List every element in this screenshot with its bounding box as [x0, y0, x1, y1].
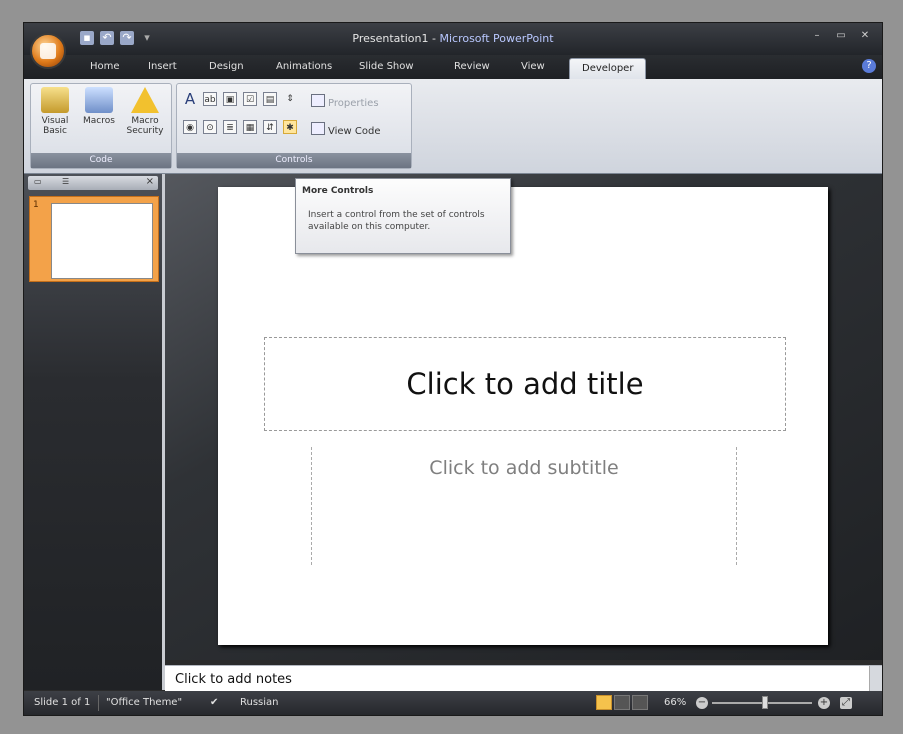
code-group: Visual Basic Macros Macro Security Code	[30, 83, 172, 169]
window-title: Presentation1 - Microsoft PowerPoint	[24, 32, 882, 45]
theme-status[interactable]: "Office Theme"	[106, 697, 182, 708]
slide-canvas[interactable]: Click to add title Click to add subtitle	[218, 187, 828, 645]
slides-tab-icon[interactable]: ▭	[34, 177, 42, 186]
slide-count-status: Slide 1 of 1	[34, 697, 91, 708]
slides-pane: ▭ ☰ × 1	[24, 174, 162, 690]
combobox-control-icon[interactable]: ▤	[263, 92, 277, 106]
minimize-icon[interactable]: –	[808, 29, 826, 43]
normal-view-icon[interactable]	[596, 695, 612, 710]
title-bar: ▪ ↶ ↷ ▾ Presentation1 - Microsoft PowerP…	[24, 23, 882, 55]
slide-thumbnail[interactable]	[51, 203, 153, 279]
macros-label: Macros	[83, 116, 115, 126]
macros-icon	[85, 87, 113, 113]
visual-basic-button[interactable]: Visual Basic	[35, 87, 75, 136]
command-button-icon[interactable]: ▣	[223, 92, 237, 106]
language-status[interactable]: Russian	[240, 697, 279, 708]
status-bar: Slide 1 of 1 "Office Theme" ✔ Russian 66…	[24, 691, 882, 715]
notes-placeholder[interactable]: Click to add notes	[175, 672, 292, 687]
tab-review[interactable]: Review	[454, 61, 490, 72]
listbox-control-icon[interactable]: ≣	[223, 120, 237, 134]
pane-tabs: ▭ ☰ ×	[28, 176, 158, 190]
notes-scrollbar[interactable]	[869, 666, 882, 692]
checkbox-control-icon[interactable]: ☑	[243, 92, 257, 106]
image-control-icon[interactable]: ▦	[243, 120, 257, 134]
textbox-control-icon[interactable]: ab	[203, 92, 217, 106]
option-button-icon[interactable]: ◉	[183, 120, 197, 134]
more-controls-icon[interactable]: ✱	[283, 120, 297, 134]
controls-group-label: Controls	[177, 153, 411, 168]
view-code-button[interactable]: View Code	[311, 122, 381, 137]
help-icon[interactable]: ?	[862, 59, 876, 73]
office-logo-icon	[40, 43, 56, 59]
properties-label: Properties	[328, 98, 379, 109]
ribbon: Visual Basic Macros Macro Security Code …	[24, 79, 882, 174]
label-control-icon[interactable]: A	[183, 92, 197, 107]
slide-show-view-icon[interactable]	[632, 695, 648, 710]
properties-icon	[311, 94, 325, 107]
window-controls: – ▭ ✕	[808, 29, 874, 43]
powerpoint-window: ▪ ↶ ↷ ▾ Presentation1 - Microsoft PowerP…	[23, 22, 883, 716]
view-code-label: View Code	[328, 126, 381, 137]
code-group-label: Code	[31, 153, 171, 168]
visual-basic-icon	[41, 87, 69, 113]
tab-view[interactable]: View	[521, 61, 545, 72]
controls-group: A ab ▣ ☑ ▤ ⇕ ◉ ⊙ ≣ ▦ ⇵ ✱ Properties View…	[176, 83, 412, 169]
maximize-icon[interactable]: ▭	[832, 29, 850, 43]
slide-sorter-view-icon[interactable]	[614, 695, 630, 710]
subtitle-placeholder[interactable]: Click to add subtitle	[311, 447, 737, 565]
title-separator: -	[428, 32, 440, 45]
tab-animations[interactable]: Animations	[276, 61, 332, 72]
macro-security-label: Macro Security	[126, 116, 164, 136]
warning-icon	[131, 87, 159, 113]
zoom-out-icon[interactable]: −	[696, 697, 708, 709]
more-controls-tooltip: More Controls Insert a control from the …	[295, 178, 511, 254]
tab-insert[interactable]: Insert	[148, 61, 177, 72]
close-icon[interactable]: ✕	[856, 29, 874, 43]
tab-developer[interactable]: Developer	[569, 58, 647, 80]
tab-home[interactable]: Home	[90, 61, 120, 72]
visual-basic-label: Visual Basic	[41, 116, 69, 136]
slide-thumbnail-number: 1	[33, 200, 39, 210]
tooltip-body: Insert a control from the set of control…	[308, 210, 485, 232]
tab-design[interactable]: Design	[209, 61, 244, 72]
macro-security-button[interactable]: Macro Security	[125, 87, 165, 136]
toggle-button-icon[interactable]: ⊙	[203, 120, 217, 134]
application-name: Microsoft PowerPoint	[439, 32, 554, 45]
tab-slide-show[interactable]: Slide Show	[359, 61, 414, 72]
view-buttons	[596, 695, 648, 710]
ribbon-tabs: Home Insert Design Animations Slide Show…	[24, 55, 882, 80]
close-pane-icon[interactable]: ×	[146, 176, 154, 187]
macros-button[interactable]: Macros	[79, 87, 119, 126]
outline-tab-icon[interactable]: ☰	[62, 177, 69, 186]
slide-thumbnail-selected[interactable]: 1	[29, 196, 159, 282]
spin-button-icon[interactable]: ⇕	[283, 92, 297, 106]
view-code-icon	[311, 122, 325, 135]
tooltip-title: More Controls	[302, 186, 374, 196]
title-placeholder[interactable]: Click to add title	[264, 337, 786, 431]
office-button[interactable]	[30, 33, 66, 69]
document-name: Presentation1	[352, 32, 429, 45]
spellcheck-icon[interactable]: ✔	[210, 697, 218, 708]
zoom-in-icon[interactable]: +	[818, 697, 830, 709]
screenshot-frame: ▪ ↶ ↷ ▾ Presentation1 - Microsoft PowerP…	[0, 0, 903, 734]
zoom-slider-thumb[interactable]	[762, 696, 768, 709]
slide-editor: Click to add title Click to add subtitle	[165, 174, 882, 660]
fit-to-window-icon[interactable]: ⤢	[840, 697, 852, 709]
zoom-level[interactable]: 66%	[664, 697, 686, 708]
properties-button[interactable]: Properties	[311, 94, 379, 109]
notes-pane[interactable]: Click to add notes	[165, 665, 882, 692]
status-divider	[98, 695, 99, 711]
scrollbar-control-icon[interactable]: ⇵	[263, 120, 277, 134]
